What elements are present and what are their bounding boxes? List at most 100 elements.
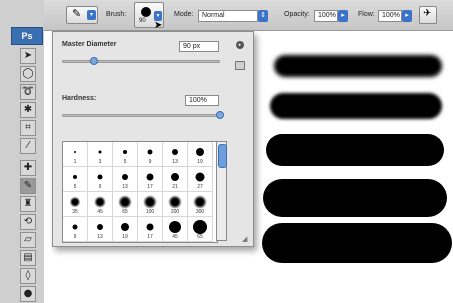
brush-size-label: 65 [122, 209, 128, 215]
brush-stroke [270, 93, 442, 119]
photoshop-logo: Ps [11, 27, 43, 45]
clone-stamp-tool-icon[interactable]: ♜ [20, 196, 36, 212]
brush-preset-cell[interactable]: 35 [63, 192, 88, 217]
brush-tip-preview [172, 149, 178, 155]
brush-preset-cell[interactable]: 17 [138, 217, 163, 242]
brush-preset-cell[interactable]: 9 [88, 167, 113, 192]
brush-size-label: 19 [122, 234, 128, 240]
brush-size-label: 35 [72, 209, 78, 215]
brush-size-label: 13 [172, 159, 178, 165]
mode-label: Mode: [174, 11, 194, 18]
brush-tip-preview [147, 149, 153, 155]
history-brush-tool-icon[interactable]: ⟲ [20, 214, 36, 230]
master-diameter-label: Master Diameter [62, 41, 117, 48]
airbrush-icon: ✈ [423, 8, 432, 19]
brush-size-label: 45 [97, 209, 103, 215]
brush-stroke [262, 223, 452, 263]
chevron-down-icon: ▾ [87, 10, 96, 20]
preset-scrollbar[interactable] [216, 141, 227, 241]
hardness-slider[interactable] [62, 114, 220, 117]
brush-tip-preview [98, 150, 102, 154]
brush-preset-cell[interactable]: 17 [138, 167, 163, 192]
brush-preset-cell[interactable]: 65 [113, 192, 138, 217]
save-preset-icon[interactable] [235, 61, 245, 70]
brush-size-label: 3 [98, 159, 102, 165]
brush-size-label: 13 [97, 234, 103, 240]
brush-stroke [263, 179, 447, 217]
scrollbar-thumb[interactable] [218, 144, 227, 168]
brush-tip-preview [171, 173, 179, 181]
brush-tip-preview [69, 196, 81, 208]
brush-preset-cell[interactable]: 13 [113, 167, 138, 192]
mode-select[interactable]: Normal [198, 10, 258, 22]
panel-menu-icon[interactable]: ▸ [236, 41, 244, 49]
brush-size-label: 9 [73, 234, 77, 240]
airbrush-toggle[interactable]: ✈ [419, 6, 437, 24]
master-diameter-input[interactable]: 90 px [179, 41, 219, 52]
hardness-label: Hardness: [62, 95, 97, 102]
brush-label: Brush: [106, 11, 127, 18]
opacity-input[interactable]: 100% [314, 10, 338, 22]
brush-preset-cell[interactable]: 65 [188, 217, 213, 242]
brush-preset-cell[interactable]: 200 [163, 192, 188, 217]
mode-stepper-icon[interactable]: ⇕ [258, 10, 268, 22]
brush-preset-cell[interactable]: 100 [138, 192, 163, 217]
brush-preset-cell[interactable]: 21 [163, 167, 188, 192]
cursor-arrow-icon: ➤ [154, 20, 163, 31]
brush-stroke [266, 134, 444, 166]
brush-size-readout: 90 [139, 18, 146, 24]
flow-input[interactable]: 100% [378, 10, 402, 22]
hardness-slider-handle[interactable] [216, 111, 224, 119]
brush-tip-preview [196, 148, 204, 156]
brush-tip-preview [74, 151, 76, 153]
brush-tip-preview [169, 221, 181, 233]
brush-tip-preview [195, 172, 205, 182]
crop-tool-icon[interactable]: ⌗ [20, 120, 36, 136]
brush-size-label: 1 [73, 159, 77, 165]
master-diameter-slider-handle[interactable] [89, 57, 98, 65]
brush-preset-cell[interactable]: 1 [63, 142, 88, 167]
canvas-area[interactable] [252, 31, 453, 303]
hardness-input[interactable]: 100% [185, 95, 219, 106]
blur-tool-icon[interactable]: ◊ [20, 268, 36, 284]
brush-preset-cell[interactable]: 27 [188, 167, 213, 192]
resize-grip-icon[interactable]: ◢ [242, 235, 247, 243]
move-tool-icon[interactable]: ➤ [20, 48, 36, 64]
brush-tool-icon[interactable]: ✎ [20, 178, 36, 194]
flow-dropdown-icon[interactable]: ▸ [402, 10, 412, 22]
brush-preset-cell[interactable]: 19 [188, 142, 213, 167]
brush-tip-preview [121, 223, 129, 231]
eyedropper-tool-icon[interactable]: ⁄ [20, 138, 36, 154]
master-diameter-slider[interactable] [62, 60, 220, 63]
brush-preset-cell[interactable]: 45 [88, 192, 113, 217]
marquee-tool-icon[interactable]: ◯ [20, 66, 36, 82]
brush-preset-cell[interactable]: 5 [113, 142, 138, 167]
brush-size-label: 17 [147, 184, 153, 190]
brush-size-label: 100 [145, 209, 155, 215]
lasso-tool-icon[interactable]: ➰ [20, 84, 36, 100]
dodge-tool-icon[interactable]: ● [20, 286, 36, 302]
eraser-tool-icon[interactable]: ▱ [20, 232, 36, 248]
brush-preset-cell[interactable]: 9 [138, 142, 163, 167]
brush-tip-preview [97, 174, 103, 180]
healing-brush-tool-icon[interactable]: ✚ [20, 160, 36, 176]
tool-preset-picker[interactable]: ✎ ▾ [66, 6, 98, 24]
brush-preset-cell[interactable]: 13 [163, 142, 188, 167]
gradient-tool-icon[interactable]: ▤ [20, 250, 36, 266]
options-bar: ✎ ▾ Brush: 90 ▾ ➤ Mode: Normal ⇕ Opacity… [0, 0, 453, 31]
magic-wand-tool-icon[interactable]: ✱ [20, 102, 36, 118]
brush-preset-cell[interactable]: 9 [63, 217, 88, 242]
brush-preset-cell[interactable]: 300 [188, 192, 213, 217]
brush-preset-cell[interactable]: 3 [88, 142, 113, 167]
brush-size-label: 13 [122, 184, 128, 190]
brush-preset-panel: Master Diameter 90 px ▸ Hardness: 100% 1… [52, 31, 254, 247]
brush-tip-preview [94, 196, 106, 208]
brush-size-label: 5 [123, 159, 127, 165]
brush-preset-cell[interactable]: 19 [113, 217, 138, 242]
brush-preset-cell[interactable]: 5 [63, 167, 88, 192]
brush-preset-cell[interactable]: 13 [88, 217, 113, 242]
opacity-dropdown-icon[interactable]: ▸ [338, 10, 348, 22]
brush-size-label: 21 [172, 184, 178, 190]
brush-preset-cell[interactable]: 45 [163, 217, 188, 242]
brush-tip-preview [97, 224, 103, 230]
